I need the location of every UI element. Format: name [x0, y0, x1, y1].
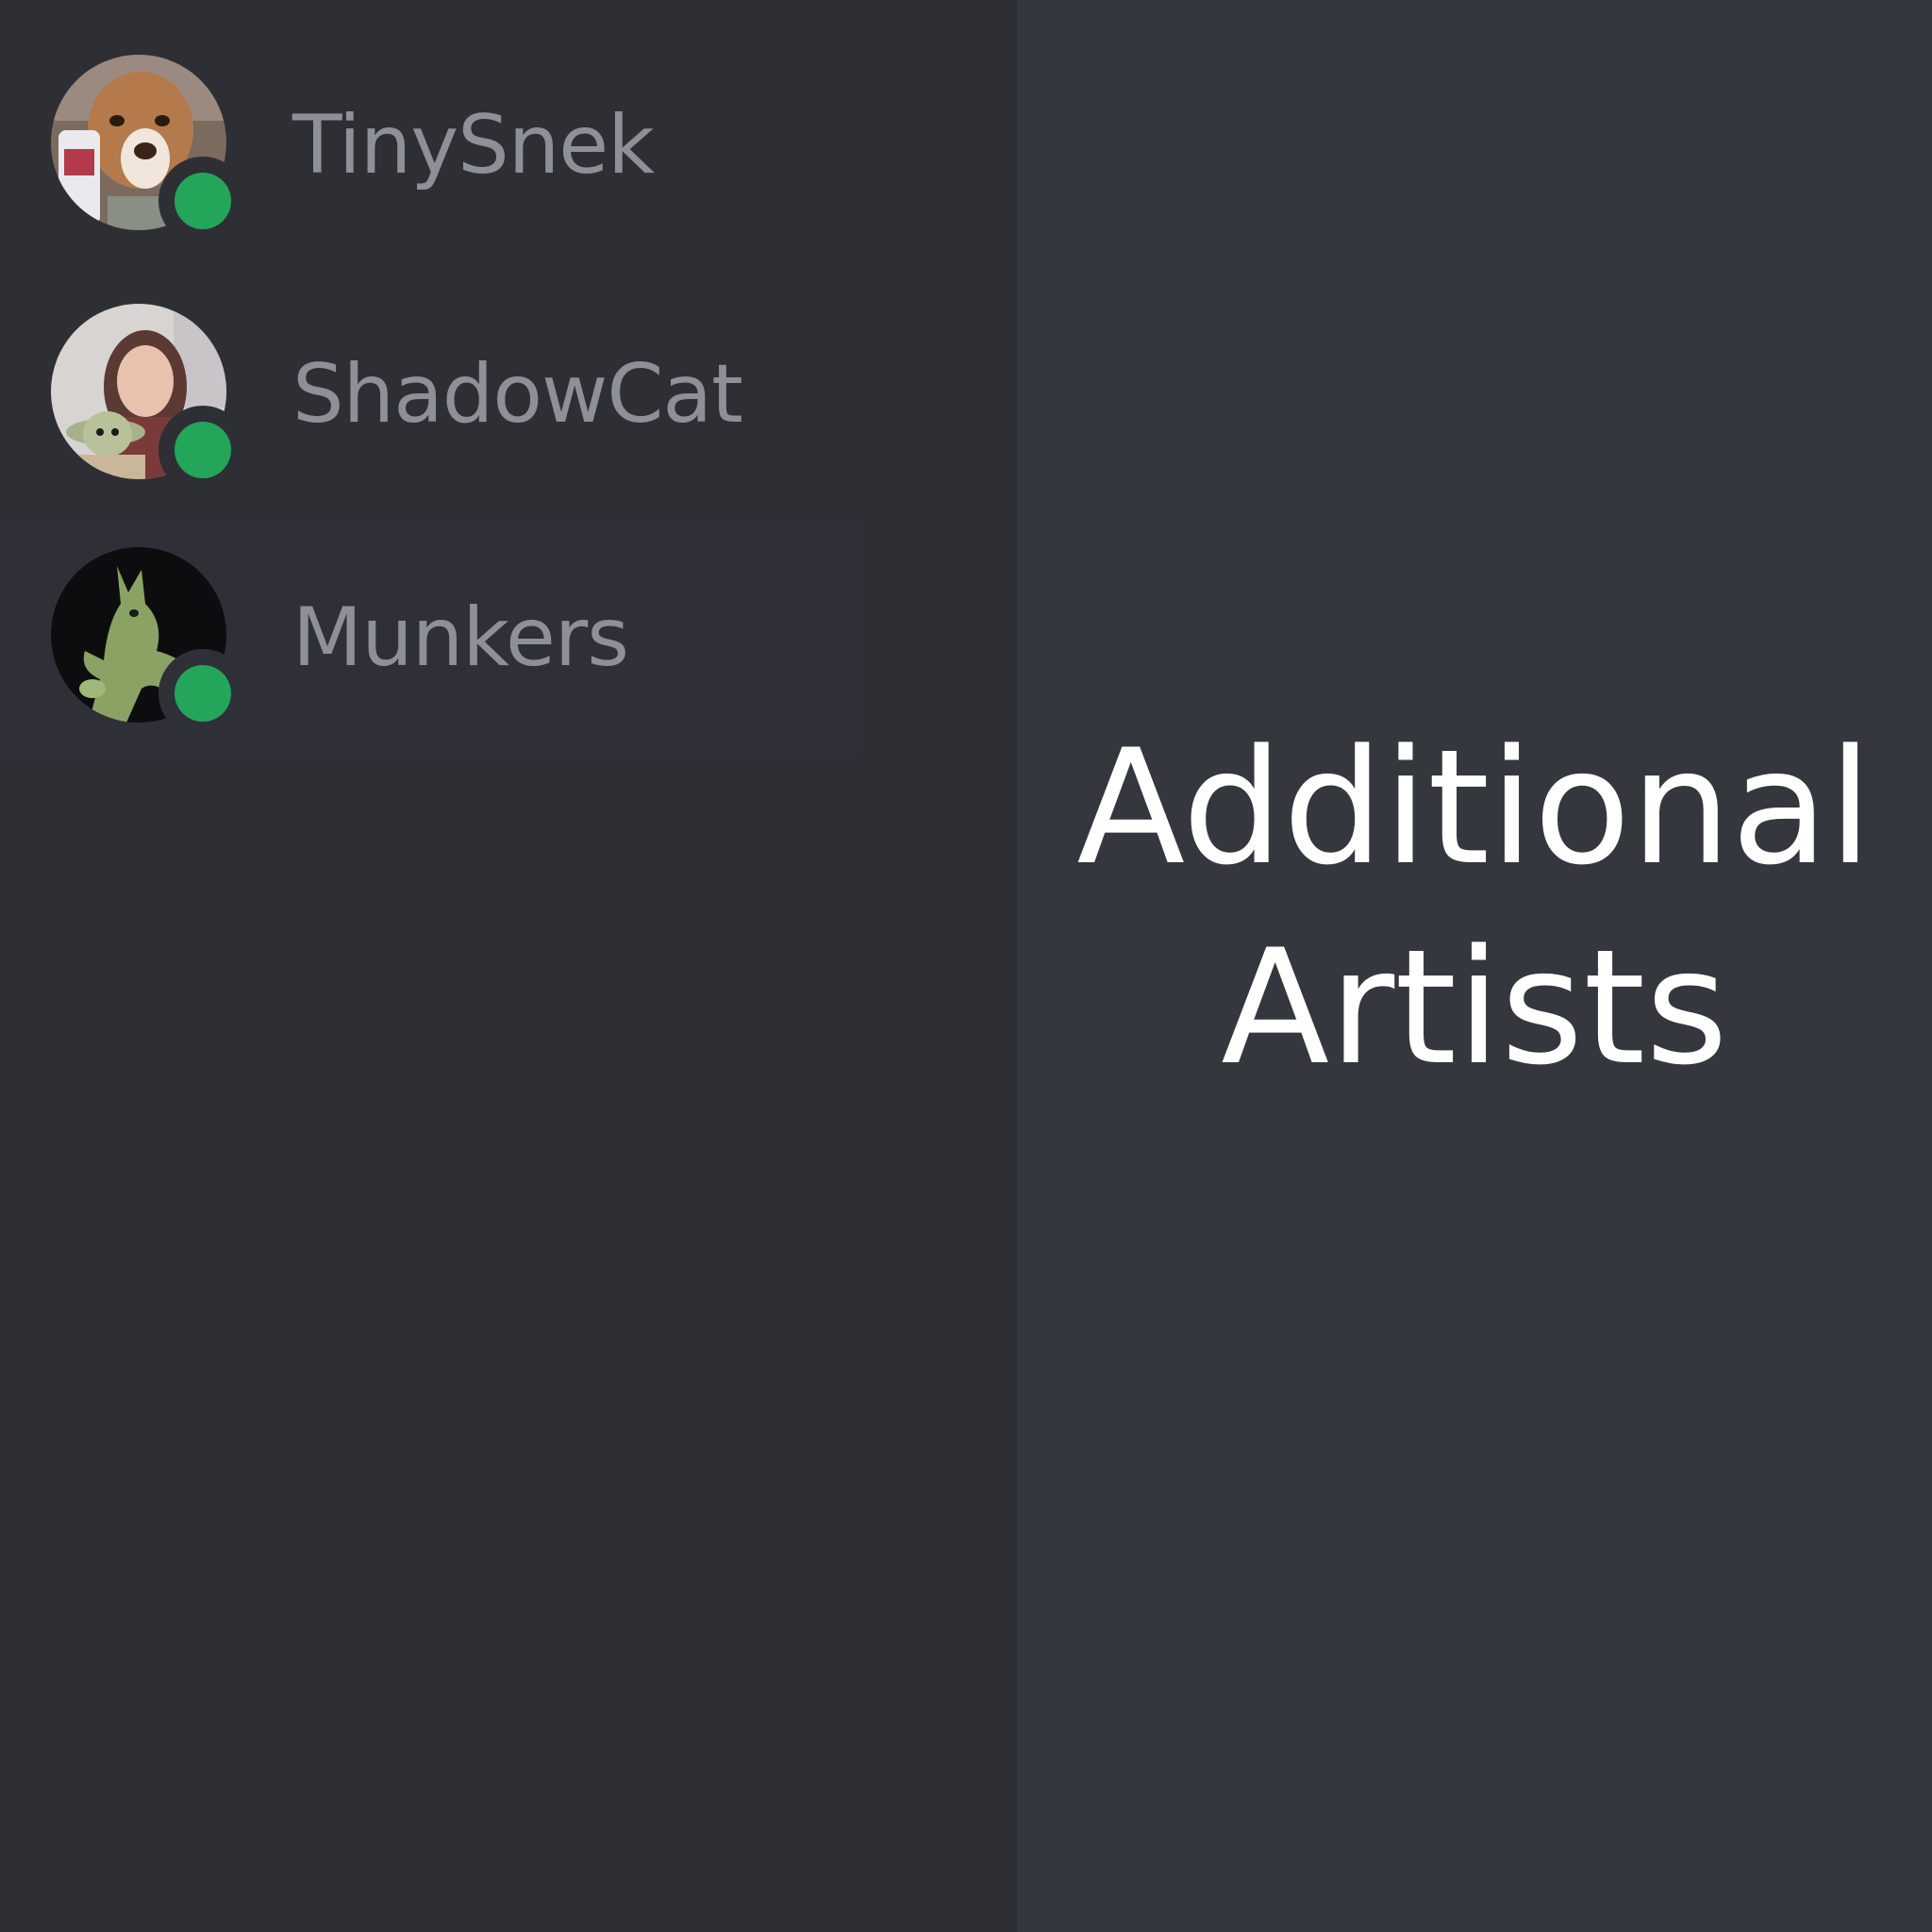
app-root: TinySnek ShadowCat Munkers Additional Ar…	[0, 0, 1932, 1932]
main-content: Additional Artists	[1017, 0, 1932, 1932]
status-indicator	[158, 157, 247, 245]
member-item-tinysnek[interactable]: TinySnek	[0, 25, 860, 266]
member-item-munkers[interactable]: Munkers	[0, 517, 860, 758]
member-item-shadowcat[interactable]: ShadowCat	[0, 274, 860, 515]
online-status-icon	[175, 422, 231, 478]
page-title: Additional Artists	[1017, 708, 1932, 1108]
page-title-line2: Artists	[1221, 915, 1728, 1100]
member-name: TinySnek	[292, 98, 655, 192]
status-indicator	[158, 649, 247, 738]
member-name: ShadowCat	[292, 347, 743, 441]
page-title-line1: Additional	[1076, 715, 1873, 900]
member-name: Munkers	[292, 591, 629, 685]
status-indicator	[158, 406, 247, 494]
online-status-icon	[175, 173, 231, 229]
online-status-icon	[175, 665, 231, 722]
member-list: TinySnek ShadowCat Munkers	[0, 0, 1017, 1932]
